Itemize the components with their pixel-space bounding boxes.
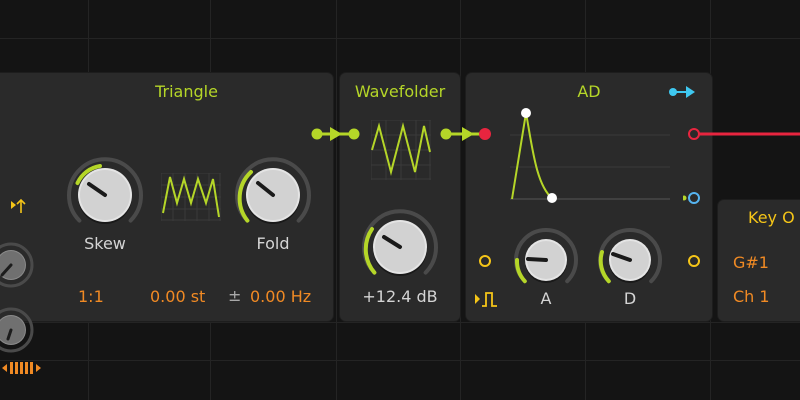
ad-input-jack[interactable] — [479, 128, 491, 140]
triangle-output-jack[interactable] — [311, 128, 323, 140]
ad-red-output-jack[interactable] — [688, 128, 700, 140]
patch-cables — [311, 127, 800, 141]
wavefolder-input-jack[interactable] — [348, 128, 360, 140]
wavefolder-output-jack[interactable] — [440, 128, 452, 140]
